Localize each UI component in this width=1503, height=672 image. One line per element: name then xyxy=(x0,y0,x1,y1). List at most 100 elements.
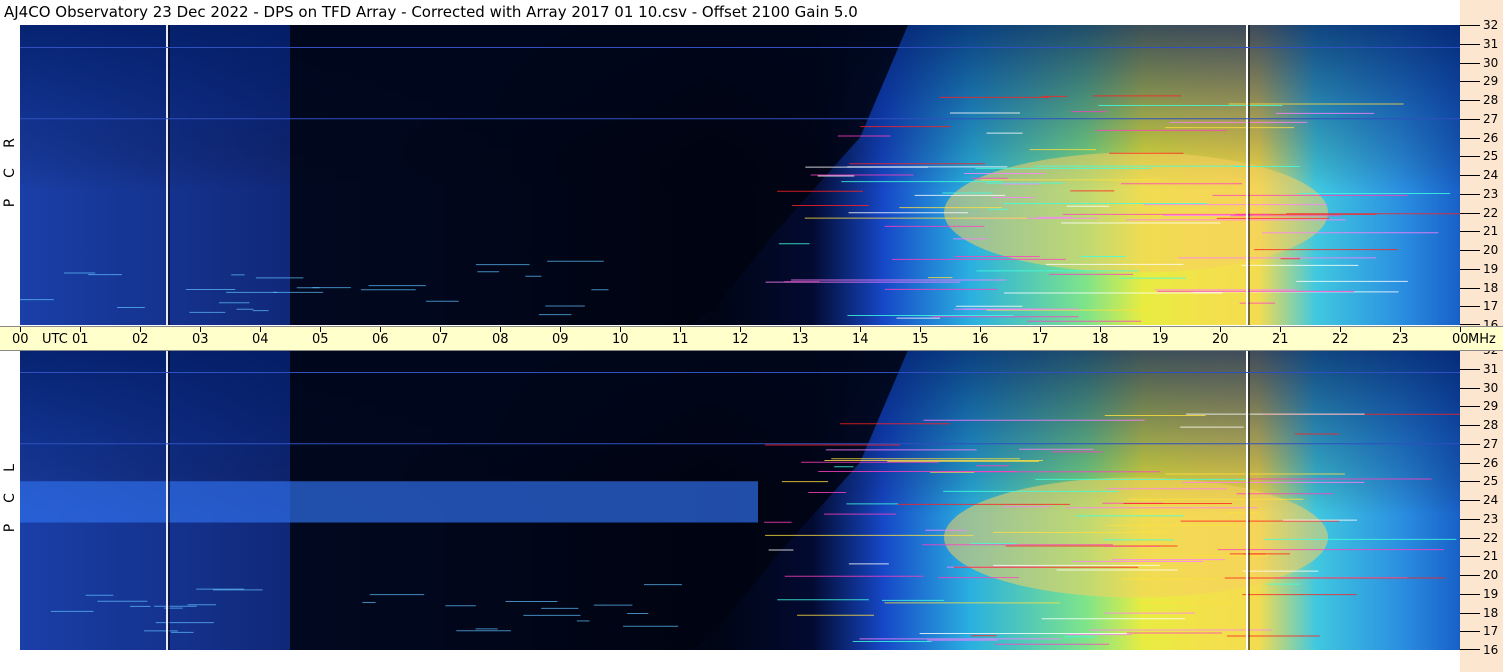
frequency-tick-label: 30 xyxy=(1483,380,1499,395)
frequency-tick xyxy=(1460,537,1480,539)
frequency-tick xyxy=(1460,231,1480,233)
hour-label: 01 xyxy=(72,332,89,347)
frequency-tick-label: 22 xyxy=(1483,530,1499,545)
polarization-label-bottom: L C P xyxy=(0,350,20,650)
frequency-tick xyxy=(1460,556,1480,558)
hour-label: 14 xyxy=(852,332,869,347)
frequency-tick-label: 28 xyxy=(1483,93,1499,107)
spectrogram-lcp xyxy=(20,350,1460,650)
frequency-tick-label: 25 xyxy=(1483,149,1499,164)
hour-label: 11 xyxy=(672,332,689,347)
pol-letter: R xyxy=(2,138,18,148)
frequency-tick-label: 24 xyxy=(1483,168,1499,182)
frequency-tick-label: 31 xyxy=(1483,361,1499,376)
frequency-tick-label: 16 xyxy=(1483,643,1499,657)
frequency-tick-label: 30 xyxy=(1483,55,1499,70)
hour-label: 21 xyxy=(1272,332,1289,347)
emission-core xyxy=(944,152,1328,273)
pol-letter: L xyxy=(2,464,18,472)
frequency-tick xyxy=(1460,25,1480,26)
frequency-tick-label: 21 xyxy=(1483,549,1499,564)
hour-label: 09 xyxy=(552,332,569,347)
pol-letter: C xyxy=(2,493,18,503)
hour-label: 16 xyxy=(972,332,989,347)
frequency-tick xyxy=(1460,156,1480,158)
frequency-tick xyxy=(1460,118,1480,120)
frequency-tick-label: 21 xyxy=(1483,224,1499,239)
hour-label: 02 xyxy=(132,332,149,347)
frequency-tick xyxy=(1460,100,1480,101)
frequency-tick-label: 27 xyxy=(1483,111,1499,126)
frequency-tick xyxy=(1460,306,1480,308)
frequency-tick xyxy=(1460,81,1480,83)
frequency-tick-label: 24 xyxy=(1483,493,1499,507)
frequency-tick-label: 18 xyxy=(1483,280,1499,295)
hour-label: 23 xyxy=(1392,332,1409,347)
frequency-tick xyxy=(1460,406,1480,408)
frequency-tick-label: 26 xyxy=(1483,130,1499,145)
hour-label: 15 xyxy=(912,332,929,347)
hour-label: 04 xyxy=(252,332,269,347)
pol-letter: C xyxy=(2,168,18,178)
spectrogram-rcp-image xyxy=(20,25,1460,325)
hour-label: 19 xyxy=(1152,332,1169,347)
frequency-tick-label: 31 xyxy=(1483,36,1499,51)
frequency-tick-label: 32 xyxy=(1483,18,1499,32)
frequency-tick-label: 17 xyxy=(1483,624,1499,639)
frequency-axis-bottom: 3231302928272625242322212019181716 xyxy=(1460,344,1503,656)
pol-letter: P xyxy=(2,198,18,208)
frequency-tick-label: 28 xyxy=(1483,418,1499,432)
frequency-tick-label: 23 xyxy=(1483,511,1499,526)
frequency-tick xyxy=(1460,193,1480,195)
frequency-tick xyxy=(1460,631,1480,633)
hour-label: 00 xyxy=(1452,332,1469,347)
frequency-tick xyxy=(1460,175,1480,176)
frequency-tick-label: 22 xyxy=(1483,205,1499,220)
frequency-tick-label: 23 xyxy=(1483,186,1499,201)
spectrogram-lcp-image xyxy=(20,350,1460,650)
hour-label: 22 xyxy=(1332,332,1349,347)
lcp-noise-band xyxy=(20,481,758,523)
hour-label: 18 xyxy=(1092,332,1109,347)
frequency-tick-label: 29 xyxy=(1483,399,1499,414)
frequency-tick xyxy=(1460,612,1480,614)
frequency-tick xyxy=(1460,62,1480,64)
frequency-tick xyxy=(1460,137,1480,139)
hour-label: 03 xyxy=(192,332,209,347)
frequency-axis-top: 32 31 30 29 28 27 26 25 24 23 22 21 20 19 18 17 16 xyxy=(1460,19,1503,331)
frequency-tick-label: 20 xyxy=(1483,243,1499,257)
hour-label: 08 xyxy=(492,332,509,347)
frequency-tick xyxy=(1460,649,1480,650)
frequency-tick xyxy=(1460,212,1480,214)
page-title: AJ4CO Observatory 23 Dec 2022 - DPS on T… xyxy=(4,3,858,21)
frequency-tick-label: 19 xyxy=(1483,586,1499,601)
utc-time-axis: 00 UTC 01 02 03 04 05 06 07 08 09 10 11 12 13 14 15 16 17 1… xyxy=(0,326,1503,351)
frequency-tick xyxy=(1460,43,1480,45)
frequency-tick xyxy=(1460,387,1480,389)
frequency-tick xyxy=(1460,443,1480,445)
frequency-tick xyxy=(1460,324,1480,325)
frequency-tick xyxy=(1460,368,1480,370)
frequency-tick-label: 18 xyxy=(1483,605,1499,620)
frequency-tick xyxy=(1460,425,1480,426)
utc-unit-label: UTC xyxy=(42,332,68,347)
emission-core xyxy=(944,477,1328,598)
frequency-tick-label: 27 xyxy=(1483,436,1499,451)
hour-label: 20 xyxy=(1212,332,1229,347)
frequency-tick xyxy=(1460,462,1480,464)
pol-letter: P xyxy=(2,523,18,533)
frequency-tick-label: 19 xyxy=(1483,261,1499,276)
frequency-tick-label: 25 xyxy=(1483,474,1499,489)
frequency-tick xyxy=(1460,575,1480,576)
hour-label: 12 xyxy=(732,332,749,347)
hour-label: 13 xyxy=(792,332,809,347)
frequency-tick xyxy=(1460,287,1480,289)
frequency-tick xyxy=(1460,250,1480,251)
frequency-tick-label: 26 xyxy=(1483,455,1499,470)
frequency-tick-label: 17 xyxy=(1483,299,1499,314)
frequency-tick xyxy=(1460,268,1480,270)
frequency-tick-label: 29 xyxy=(1483,74,1499,89)
hour-label: 07 xyxy=(432,332,449,347)
hour-label: 17 xyxy=(1032,332,1049,347)
frequency-tick-label: 20 xyxy=(1483,568,1499,582)
